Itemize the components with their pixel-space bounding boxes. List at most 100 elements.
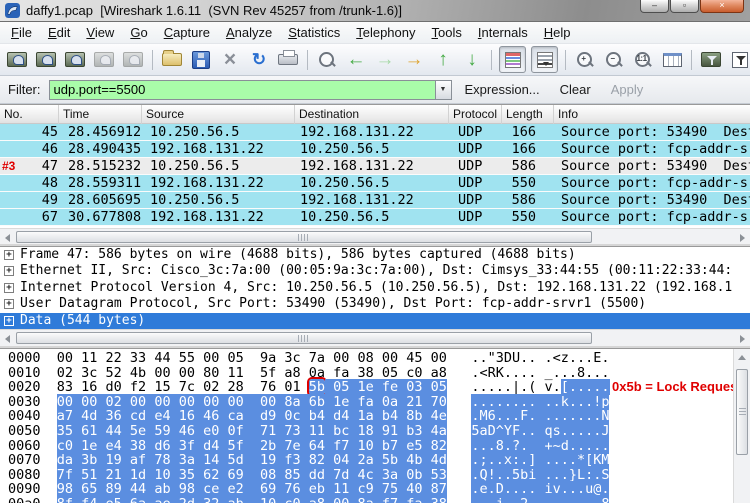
cell-time: 28.515232 bbox=[68, 158, 141, 174]
go-to-packet-icon[interactable]: → bbox=[402, 48, 426, 72]
go-to-top-icon[interactable]: ↑ bbox=[431, 48, 455, 72]
packet-row-49[interactable]: 4928.60569510.250.56.5192.168.131.22UDP5… bbox=[0, 192, 750, 209]
detail-row-1[interactable]: Ethernet II, Src: Cisco_3c:7a:00 (00:05:… bbox=[0, 263, 750, 279]
column-header-protocol[interactable]: Protocol bbox=[449, 105, 502, 124]
packet-row-45[interactable]: 4528.45691210.250.56.5192.168.131.22UDP1… bbox=[0, 124, 750, 141]
hex-row-0000[interactable]: 0000 00 11 22 33 44 55 00 05 9a 3c 7a 00… bbox=[8, 351, 733, 366]
hex-ascii-gap bbox=[447, 496, 471, 503]
column-header-time[interactable]: Time bbox=[59, 105, 142, 124]
column-header-source[interactable]: Source bbox=[142, 105, 295, 124]
menu-file[interactable]: File bbox=[3, 23, 40, 42]
filter-dropdown-button[interactable]: ▼ bbox=[435, 80, 452, 100]
column-header-destination[interactable]: Destination bbox=[295, 105, 449, 124]
scrollbar-thumb[interactable] bbox=[736, 369, 748, 455]
expander-icon[interactable] bbox=[4, 283, 14, 293]
capture-restart-icon[interactable] bbox=[121, 48, 145, 72]
detail-row-3[interactable]: User Datagram Protocol, Src Port: 53490 … bbox=[0, 296, 750, 312]
print-icon[interactable] bbox=[276, 48, 300, 72]
go-back-icon[interactable]: ← bbox=[344, 48, 368, 72]
expander-icon[interactable] bbox=[4, 316, 14, 326]
packet-list-hscrollbar[interactable] bbox=[0, 228, 750, 244]
menu-tools[interactable]: Tools bbox=[424, 23, 470, 42]
expander-icon[interactable] bbox=[4, 299, 14, 309]
scroll-left-arrow-icon[interactable] bbox=[5, 335, 10, 343]
menu-capture[interactable]: Capture bbox=[156, 23, 218, 42]
hex-dump[interactable]: 0000 00 11 22 33 44 55 00 05 9a 3c 7a 00… bbox=[0, 351, 733, 503]
expression-button[interactable]: Expression... bbox=[458, 79, 547, 100]
scrollbar-thumb[interactable] bbox=[16, 231, 592, 243]
maximize-button[interactable]: ▫ bbox=[670, 0, 699, 13]
cell-len: 166 bbox=[478, 141, 536, 157]
scroll-right-arrow-icon[interactable] bbox=[740, 234, 745, 242]
scroll-up-arrow-icon[interactable] bbox=[738, 355, 746, 360]
packet-row-46[interactable]: 4628.490435192.168.131.2210.250.56.5UDP1… bbox=[0, 141, 750, 158]
close-button[interactable]: × bbox=[700, 0, 744, 13]
clear-button[interactable]: Clear bbox=[553, 79, 598, 100]
auto-scroll-toggle-icon[interactable] bbox=[531, 46, 558, 73]
hex-row-0010[interactable]: 0010 02 3c 52 4b 00 00 80 11 5f a8 0a fa… bbox=[8, 366, 733, 381]
menu-edit[interactable]: Edit bbox=[40, 23, 78, 42]
menu-statistics[interactable]: Statistics bbox=[280, 23, 348, 42]
column-header-info[interactable]: Info bbox=[554, 105, 750, 124]
expander-icon[interactable] bbox=[4, 250, 14, 260]
zoom-normal-icon[interactable]: 1:1 bbox=[631, 48, 655, 72]
expander-icon[interactable] bbox=[4, 266, 14, 276]
display-filter-icon[interactable] bbox=[728, 48, 750, 72]
detail-text: Data (544 bytes) bbox=[20, 313, 145, 328]
detail-row-0[interactable]: Frame 47: 586 bytes on wire (4688 bits),… bbox=[0, 247, 750, 263]
zoom-in-icon[interactable]: + bbox=[573, 48, 597, 72]
resize-columns-icon[interactable] bbox=[660, 48, 684, 72]
filter-input[interactable]: udp.port==5500 bbox=[49, 80, 435, 100]
menu-help[interactable]: Help bbox=[536, 23, 579, 42]
scrollbar-thumb[interactable] bbox=[16, 332, 592, 344]
hex-row-0090[interactable]: 0090 98 65 89 44 ab 98 ce e2 69 76 eb 11… bbox=[8, 482, 733, 497]
reload-icon[interactable]: ↻ bbox=[247, 48, 271, 72]
detail-text: Ethernet II, Src: Cisco_3c:7a:00 (00:05:… bbox=[20, 263, 732, 278]
menu-telephony[interactable]: Telephony bbox=[348, 23, 423, 42]
hex-row-0050[interactable]: 0050 35 61 44 5e 59 46 e0 0f 71 73 11 bc… bbox=[8, 424, 733, 439]
column-header-no[interactable]: No. bbox=[0, 105, 59, 124]
hex-row-0030[interactable]: 0030 00 00 02 00 00 00 00 00 00 8a 6b 1e… bbox=[8, 395, 733, 410]
hex-row-0040[interactable]: 0040 a7 4d 36 cd e4 16 46 ca d9 0c b4 d4… bbox=[8, 409, 733, 424]
hex-row-0070[interactable]: 0070 da 3b 19 af 78 3a 14 5d 19 f3 82 04… bbox=[8, 453, 733, 468]
go-to-bottom-icon[interactable]: ↓ bbox=[460, 48, 484, 72]
capture-stop-icon[interactable] bbox=[92, 48, 116, 72]
open-capture-icon[interactable] bbox=[160, 48, 184, 72]
menu-view[interactable]: View bbox=[78, 23, 122, 42]
main-toolbar: ×↻←→→↑↓+−1:1» bbox=[0, 44, 750, 76]
minimize-button[interactable]: – bbox=[640, 0, 669, 13]
scroll-right-arrow-icon[interactable] bbox=[740, 335, 745, 343]
capture-filter-icon[interactable] bbox=[699, 48, 723, 72]
capture-options-icon[interactable] bbox=[34, 48, 58, 72]
chevron-down-icon: ▼ bbox=[440, 86, 447, 93]
zoom-out-icon[interactable]: − bbox=[602, 48, 626, 72]
menu-go[interactable]: Go bbox=[122, 23, 155, 42]
packet-row-48[interactable]: 4828.559311192.168.131.2210.250.56.5UDP5… bbox=[0, 175, 750, 192]
save-capture-icon[interactable] bbox=[189, 48, 213, 72]
hex-row-0080[interactable]: 0080 7f 51 21 1d 10 35 62 69 08 85 dd 7d… bbox=[8, 468, 733, 483]
hex-row-0060[interactable]: 0060 c0 1e e4 38 d6 3f d4 5f 2b 7e 64 f7… bbox=[8, 439, 733, 454]
list-interfaces-icon[interactable] bbox=[5, 48, 29, 72]
column-header-length[interactable]: Length bbox=[502, 105, 554, 124]
details-hscrollbar[interactable] bbox=[0, 329, 750, 346]
menu-analyze[interactable]: Analyze bbox=[218, 23, 280, 42]
cell-time: 28.605695 bbox=[68, 192, 141, 208]
go-forward-icon[interactable]: → bbox=[373, 48, 397, 72]
detail-row-4[interactable]: Data (544 bytes) bbox=[0, 313, 750, 329]
find-packet-icon[interactable] bbox=[315, 48, 339, 72]
capture-start-icon[interactable] bbox=[63, 48, 87, 72]
colorize-packets-toggle-icon[interactable] bbox=[499, 46, 526, 73]
close-capture-icon[interactable]: × bbox=[218, 48, 242, 72]
menu-internals[interactable]: Internals bbox=[470, 23, 536, 42]
hex-row-00a0[interactable]: 00a0 8f f4 e5 6a ae 2d 32 ab 10 c0 a8 00… bbox=[8, 497, 733, 503]
hex-offset: 0080 bbox=[8, 467, 57, 483]
cell-len: 550 bbox=[478, 209, 536, 225]
scroll-left-arrow-icon[interactable] bbox=[5, 234, 10, 242]
cell-no: 67 bbox=[0, 209, 58, 225]
detail-row-2[interactable]: Internet Protocol Version 4, Src: 10.250… bbox=[0, 280, 750, 296]
hex-offset: 0030 bbox=[8, 394, 57, 410]
bytes-vscrollbar[interactable] bbox=[733, 349, 750, 503]
packet-row-67[interactable]: 6730.677808192.168.131.2210.250.56.5UDP5… bbox=[0, 209, 750, 226]
toolbar-separator bbox=[491, 50, 492, 70]
packet-row-47[interactable]: #34728.51523210.250.56.5192.168.131.22UD… bbox=[0, 158, 750, 175]
